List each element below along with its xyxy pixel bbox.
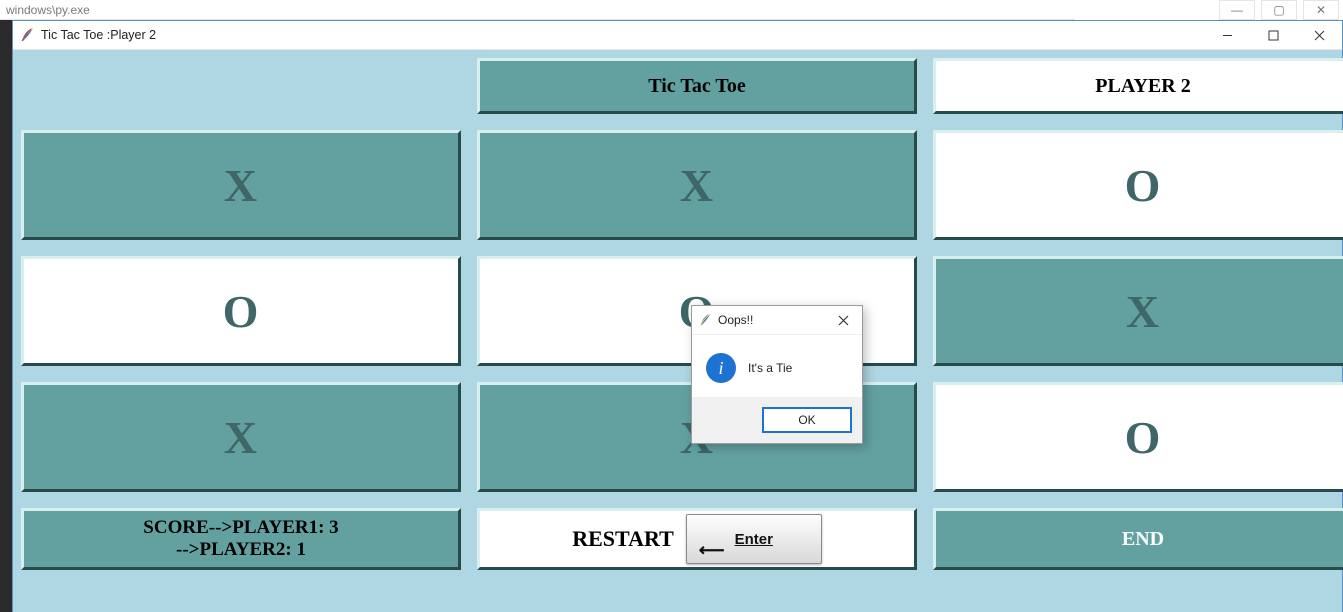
messagebox-title: Oops!! [718,313,753,327]
messagebox-titlebar: Oops!! [692,306,862,335]
current-player-label: PLAYER 2 [933,58,1343,114]
cell-2-0[interactable]: X [21,382,461,492]
restart-label: RESTART [572,526,674,552]
title-label: Tic Tac Toe [477,58,917,114]
cell-mark: X [1126,285,1160,338]
enter-arrow-icon: ⟵ [699,541,725,559]
ok-button-text: OK [798,413,815,427]
messagebox-text: It's a Tie [748,361,792,375]
close-icon [838,315,849,326]
bg-minimize-icon: — [1219,0,1255,20]
editor-gutter [0,20,12,612]
cell-mark: O [223,285,260,338]
main-window: Tic Tac Toe :Player 2 Tic Tac Toe [12,20,1343,612]
messagebox-close-button[interactable] [824,306,862,334]
end-button-text: END [1122,528,1164,551]
window-title: Tic Tac Toe :Player 2 [41,28,156,42]
header-spacer [21,58,461,114]
bg-close-icon: ✕ [1303,0,1339,20]
cell-mark: O [1125,411,1162,464]
messagebox: Oops!! i It's a Tie OK [691,305,863,444]
close-button[interactable] [1296,21,1342,49]
client-area: Tic Tac Toe PLAYER 2 X X O O O X X X O [13,50,1342,612]
cell-mark: X [224,411,258,464]
score-label: SCORE-->PLAYER1: 3 -->PLAYER2: 1 [21,508,461,570]
cell-mark: O [1125,159,1162,212]
current-player-text: PLAYER 2 [1095,75,1190,98]
end-button[interactable]: END [933,508,1343,570]
restart-panel: RESTART Enter ⟵ [477,508,917,570]
cell-0-0[interactable]: X [21,130,461,240]
cell-mark: X [680,159,714,212]
tk-feather-icon [698,313,712,327]
titlebar: Tic Tac Toe :Player 2 [13,21,1342,50]
cell-1-2[interactable]: X [933,256,1343,366]
title-label-text: Tic Tac Toe [648,75,745,98]
info-icon: i [706,353,736,383]
bg-maximize-icon: ▢ [1261,0,1297,20]
window-controls [1204,21,1342,49]
maximize-button[interactable] [1250,21,1296,49]
cell-2-2[interactable]: O [933,382,1343,492]
score-line-2: -->PLAYER2: 1 [143,539,338,561]
score-line-1: SCORE-->PLAYER1: 3 [143,517,338,539]
cell-1-0[interactable]: O [21,256,461,366]
background-window-title: windows\py.exe [0,0,1075,20]
messagebox-ok-button[interactable]: OK [762,407,852,433]
cell-0-1[interactable]: X [477,130,917,240]
cell-0-2[interactable]: O [933,130,1343,240]
restart-button[interactable]: Enter ⟵ [686,514,822,564]
minimize-button[interactable] [1204,21,1250,49]
tk-feather-icon [19,27,35,43]
background-title-text: windows\py.exe [6,3,90,17]
background-window-controls: — ▢ ✕ [1075,0,1343,20]
enter-button-text: Enter [735,531,773,548]
cell-mark: X [224,159,258,212]
